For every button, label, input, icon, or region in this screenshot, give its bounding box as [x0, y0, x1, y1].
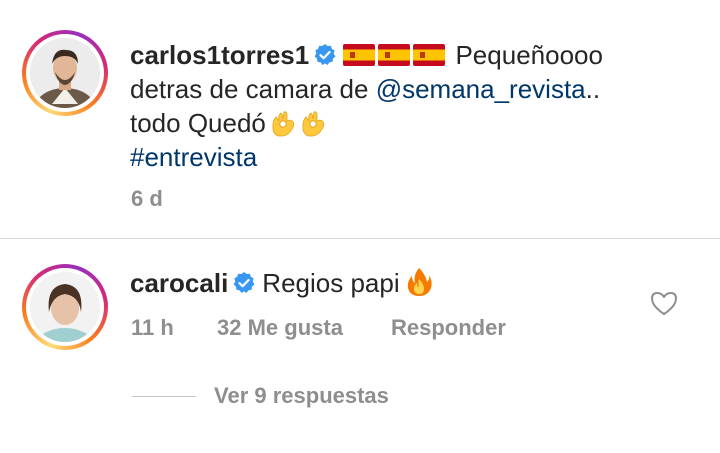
caption-text-line3: todo Quedó	[130, 108, 266, 138]
heart-outline-icon[interactable]	[650, 290, 678, 316]
view-replies-button[interactable]: Ver 9 respuestas	[214, 383, 389, 409]
verified-badge-icon	[313, 43, 337, 67]
verified-badge-icon	[232, 271, 256, 295]
comment-author-username[interactable]: carocali	[130, 268, 228, 298]
post-timestamp: 6 d	[131, 186, 163, 211]
mention-link[interactable]: @semana_revista	[376, 74, 586, 104]
divider	[0, 238, 720, 239]
ok-hand-emoji-icon	[270, 109, 296, 137]
avatar-photo	[30, 272, 100, 342]
comment-like-count[interactable]: 32 Me gusta	[217, 315, 343, 341]
comments-view: carlos1torres1 Pequeñoooo detras de cama…	[0, 0, 720, 453]
comment-timestamp: 11 h	[131, 315, 174, 340]
spain-flag-icon	[413, 44, 446, 66]
spain-flag-icon	[378, 44, 411, 66]
post-author-avatar[interactable]	[22, 30, 108, 116]
avatar-photo	[30, 38, 100, 108]
ok-hand-emoji-icon	[300, 109, 326, 137]
post-caption: carlos1torres1 Pequeñoooo detras de cama…	[130, 38, 690, 174]
replies-divider-line	[132, 396, 196, 397]
reply-button[interactable]: Responder	[391, 315, 506, 341]
spain-flag-icon	[343, 44, 376, 66]
fire-emoji-icon	[406, 267, 432, 297]
caption-text-suffix: ..	[585, 74, 601, 104]
caption-text-line2: detras de camara de	[130, 74, 376, 104]
hashtag-link[interactable]: #entrevista	[130, 142, 257, 172]
comment-author-avatar[interactable]	[22, 264, 108, 350]
comment-body: carocali Regios papi	[130, 266, 630, 300]
comment-text: Regios papi	[262, 268, 400, 298]
caption-text-line1: Pequeñoooo	[455, 40, 603, 70]
post-author-username[interactable]: carlos1torres1	[130, 40, 309, 70]
